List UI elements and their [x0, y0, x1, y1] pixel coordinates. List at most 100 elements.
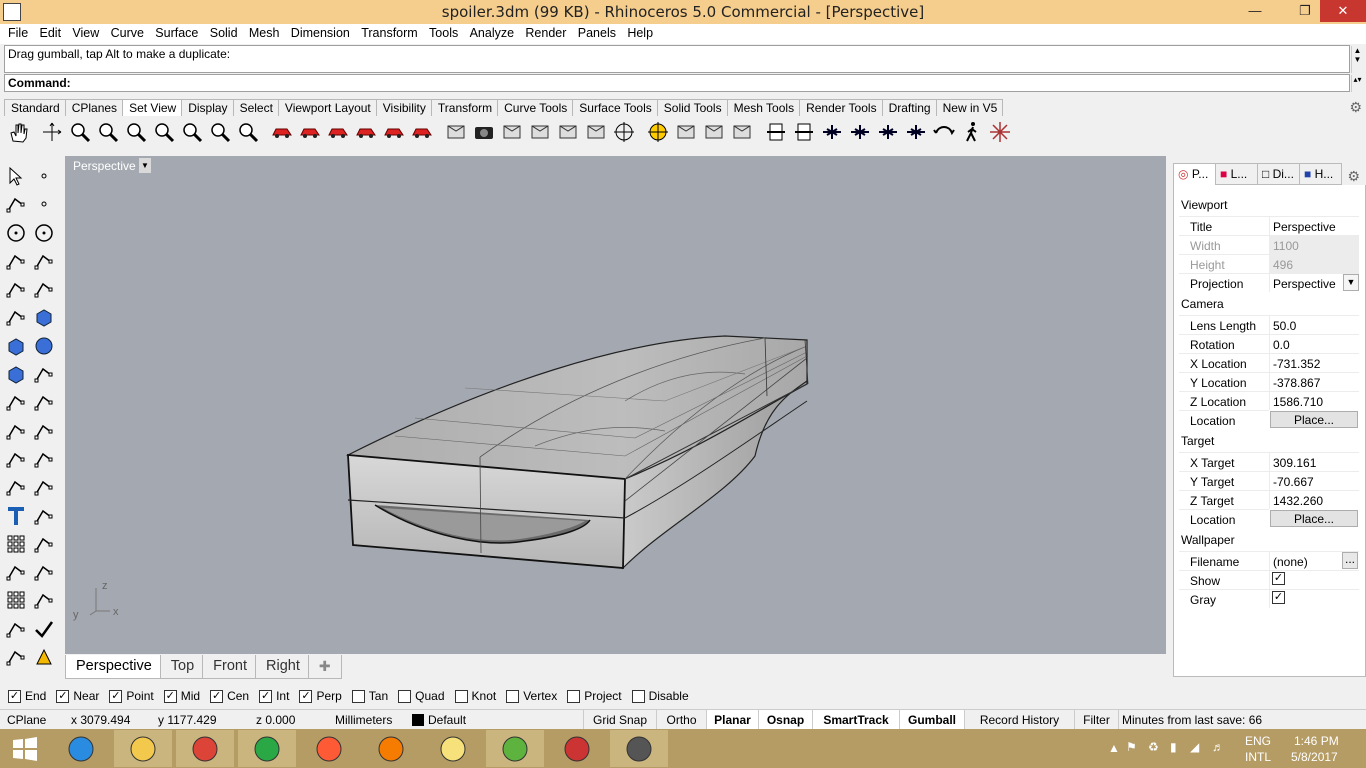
wallpaper-gray-checkbox[interactable]: ✓ — [1272, 591, 1285, 604]
rhino-icon[interactable] — [610, 730, 668, 767]
command-scrollbar[interactable]: ▴▾ — [1351, 75, 1363, 92]
light-target-icon[interactable] — [582, 118, 610, 146]
view-top-car-icon[interactable] — [380, 118, 408, 146]
blocks-view-icon[interactable] — [700, 118, 728, 146]
panel-tab-properties[interactable]: ◎ P... — [1173, 163, 1216, 185]
walk-icon[interactable] — [958, 118, 986, 146]
view-left-car-icon[interactable] — [324, 118, 352, 146]
viewport-tab-perspective[interactable]: Perspective — [65, 655, 161, 679]
screenshot-tool-icon[interactable] — [300, 730, 358, 767]
menu-file[interactable]: File — [0, 24, 28, 40]
zoom-dynamic-icon[interactable] — [66, 118, 94, 146]
osnap-end-checkbox[interactable]: ✓ — [8, 689, 21, 703]
mirror-icon[interactable] — [30, 530, 58, 558]
tray-expand-icon[interactable]: ▲ — [1108, 741, 1120, 755]
view-back-car-icon[interactable] — [296, 118, 324, 146]
osnap-point-checkbox[interactable]: ✓ — [109, 689, 123, 703]
polyline-icon[interactable] — [2, 190, 30, 218]
record-history-toggle[interactable]: Record History — [964, 710, 1074, 729]
zoom-window-icon[interactable] — [122, 118, 150, 146]
osnap-vertex-checkbox[interactable] — [506, 689, 520, 703]
menu-edit[interactable]: Edit — [32, 24, 62, 40]
named-view-save-icon[interactable] — [498, 118, 526, 146]
osnap-point[interactable]: ✓ Point — [109, 689, 154, 703]
plane-4-icon[interactable] — [902, 118, 930, 146]
tab-viewport-layout[interactable]: Viewport Layout — [277, 99, 377, 116]
osnap-vertex[interactable]: Vertex — [506, 689, 557, 703]
array-icon[interactable] — [2, 530, 30, 558]
toolbar-gear-icon[interactable]: ⚙ — [1349, 99, 1362, 116]
osnap-perp-checkbox[interactable]: ✓ — [299, 689, 313, 703]
arc-icon[interactable] — [2, 247, 30, 275]
tab-visibility[interactable]: Visibility — [375, 99, 432, 116]
filter-toggle[interactable]: Filter — [1074, 710, 1118, 729]
camera-set-icon[interactable] — [442, 118, 470, 146]
hide-icon[interactable] — [2, 643, 30, 671]
boolean-icon[interactable] — [2, 445, 30, 473]
layer-icon[interactable] — [2, 615, 30, 643]
firefox-icon[interactable] — [362, 730, 420, 767]
menu-view[interactable]: View — [64, 24, 99, 40]
sphere-icon[interactable] — [30, 332, 58, 360]
trim-icon[interactable] — [30, 388, 58, 416]
point-icon[interactable] — [30, 162, 58, 190]
mesh-icon[interactable] — [2, 558, 30, 586]
osnap-int[interactable]: ✓ Int — [259, 689, 289, 703]
command-input[interactable]: Command: — [4, 74, 1350, 92]
tab-surface-tools[interactable]: Surface Tools — [572, 99, 658, 116]
ie-icon[interactable] — [52, 730, 110, 767]
osnap-near-checkbox[interactable]: ✓ — [56, 689, 70, 703]
render-icon[interactable] — [30, 643, 58, 671]
tab-set-view[interactable]: Set View — [122, 99, 183, 116]
zoom-target-icon[interactable] — [178, 118, 206, 146]
zoom-selected-icon[interactable] — [150, 118, 178, 146]
snipping-tool-icon[interactable] — [548, 730, 606, 767]
tab-standard[interactable]: Standard — [4, 99, 66, 116]
undo-view-icon[interactable] — [930, 118, 958, 146]
rotate-icon[interactable] — [30, 473, 58, 501]
surface-corner-icon[interactable] — [2, 303, 30, 331]
osnap-end[interactable]: ✓ End — [8, 689, 46, 703]
projection-dropdown-icon[interactable]: ▼ — [1343, 274, 1359, 291]
grid-snap-toggle[interactable]: Grid Snap — [583, 710, 656, 729]
join-icon[interactable] — [30, 417, 58, 445]
plane-surface-icon[interactable] — [30, 360, 58, 388]
group-icon[interactable] — [30, 445, 58, 473]
osnap-knot[interactable]: Knot — [454, 689, 496, 703]
z-location-field[interactable]: 1586.710 — [1269, 391, 1359, 410]
menu-tools[interactable]: Tools — [421, 24, 458, 40]
command-history-scrollbar[interactable]: ▲ ▼ — [1351, 46, 1363, 73]
grid-icon[interactable] — [2, 586, 30, 614]
tab-solid-tools[interactable]: Solid Tools — [656, 99, 728, 116]
move-icon[interactable] — [2, 473, 30, 501]
viewport-tab-top[interactable]: Top — [159, 655, 204, 679]
osnap-cen[interactable]: ✓ Cen — [210, 689, 249, 703]
ellipse-icon[interactable] — [30, 219, 58, 247]
polygon-icon[interactable] — [2, 275, 30, 303]
plane-1-icon[interactable] — [818, 118, 846, 146]
status-cplane[interactable]: CPlane — [7, 713, 46, 727]
tab-select[interactable]: Select — [232, 99, 279, 116]
tab-mesh-tools[interactable]: Mesh Tools — [726, 99, 801, 116]
maximize-button[interactable]: ❐ — [1290, 0, 1320, 22]
align-icon[interactable] — [30, 586, 58, 614]
store-icon[interactable] — [238, 730, 296, 767]
view-front-car-icon[interactable] — [268, 118, 296, 146]
tab-transform[interactable]: Transform — [430, 99, 499, 116]
prop-title-field[interactable]: Perspective — [1269, 216, 1359, 235]
box-icon[interactable] — [2, 332, 30, 360]
zoom-extents-icon[interactable] — [94, 118, 122, 146]
menu-help[interactable]: Help — [619, 24, 653, 40]
add-viewport-icon[interactable]: ✚ — [307, 655, 342, 679]
osnap-disable[interactable]: Disable — [631, 689, 689, 703]
star-burst-icon[interactable] — [986, 118, 1014, 146]
battery-icon[interactable]: ▮ — [1170, 740, 1177, 754]
view-perspective-car-icon[interactable] — [408, 118, 436, 146]
split-icon[interactable] — [2, 417, 30, 445]
clock-time[interactable]: 1:46 PM — [1294, 734, 1339, 748]
tab-drafting[interactable]: Drafting — [881, 99, 937, 116]
zoom-1to1-icon[interactable] — [234, 118, 262, 146]
network-icon[interactable]: ◢ — [1190, 740, 1199, 754]
menu-solid[interactable]: Solid — [202, 24, 238, 40]
chrome-icon[interactable] — [176, 730, 234, 767]
